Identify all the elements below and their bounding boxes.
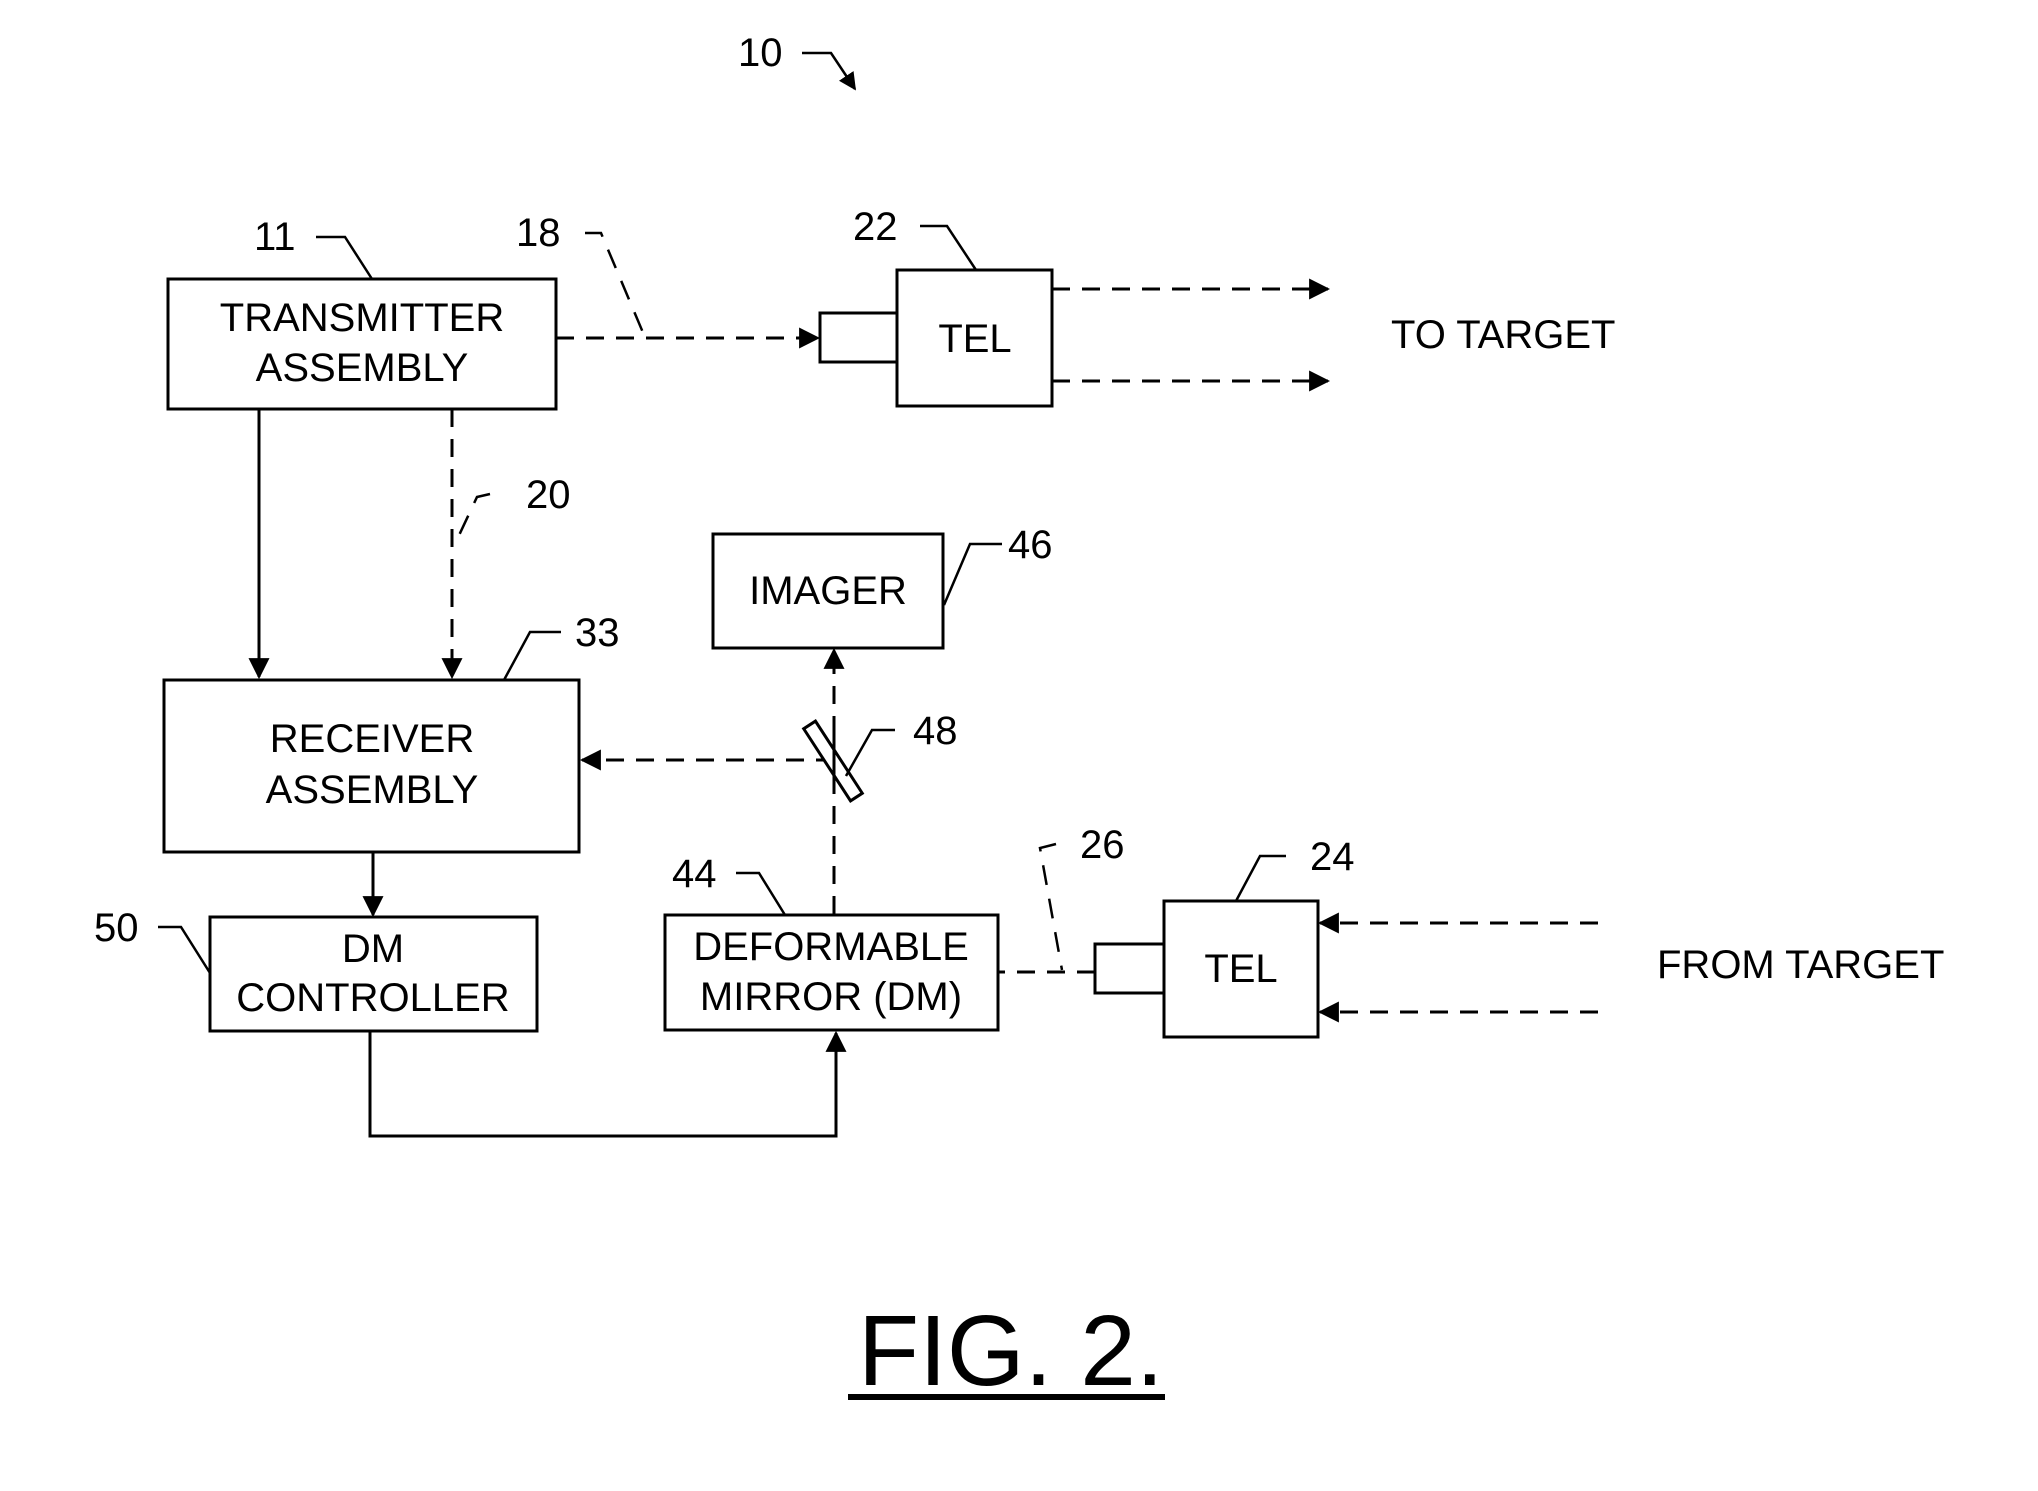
ref-22: 22 (853, 205, 898, 249)
ref-50-leader (158, 925, 212, 974)
receiver-assembly-block: RECEIVER ASSEMBLY (162, 678, 581, 854)
transmitter-label-line2: ASSEMBLY (256, 346, 469, 390)
ref-22-leader (920, 224, 978, 271)
figure-caption: FIG. 2. (858, 1295, 1164, 1407)
ref-33-leader (502, 630, 561, 681)
ref-44-leader (736, 871, 787, 916)
deformable-mirror-block: DEFORMABLE MIRROR (DM) (663, 913, 1000, 1032)
ref-48-leader (844, 728, 895, 777)
ref-46-leader (942, 542, 1002, 606)
transmitter-assembly-block: TRANSMITTER ASSEMBLY (166, 277, 558, 411)
tel-transmit-eyepiece (818, 311, 899, 364)
ref-24: 24 (1310, 835, 1355, 879)
dm-controller-label-line1: DM (342, 927, 404, 971)
ref-50: 50 (94, 906, 139, 950)
from-target-label: FROM TARGET (1657, 943, 1944, 987)
ref-20: 20 (526, 473, 571, 517)
dm-controller-label-line2: CONTROLLER (236, 976, 509, 1020)
deformable-mirror-label-line2: MIRROR (DM) (700, 975, 962, 1019)
receiver-label-line2: ASSEMBLY (266, 768, 479, 812)
controller-to-dm-feedback (368, 1030, 847, 1138)
imager-block: IMAGER (711, 532, 945, 650)
to-target-label: TO TARGET (1391, 313, 1615, 357)
ref-48: 48 (913, 709, 958, 753)
tel-transmit-block: TEL (818, 268, 1054, 408)
ref-26: 26 (1080, 823, 1125, 867)
ref-18-leader (585, 231, 646, 336)
figure-ref-label: 10 (738, 31, 783, 75)
transmitter-label-line1: TRANSMITTER (220, 296, 504, 340)
ref-11: 11 (254, 215, 296, 259)
ref-46: 46 (1008, 523, 1053, 567)
ref-18: 18 (516, 211, 561, 255)
dm-controller-block: DM CONTROLLER (208, 915, 539, 1033)
system-diagram: 10 TRANSMITTER ASSEMBLY 11 18 TEL 22 TO … (94, 31, 1944, 1407)
ref-26-leader (1038, 842, 1064, 971)
tel-transmit-label: TEL (938, 317, 1011, 361)
ref-20-leader (452, 492, 491, 547)
tel-receive-block: TEL (1093, 899, 1320, 1039)
figure-ref-arrow (802, 51, 857, 91)
ref-11-leader (316, 235, 374, 280)
tel-receive-eyepiece (1093, 942, 1166, 995)
ref-33: 33 (575, 611, 620, 655)
ref-24-leader (1234, 854, 1286, 902)
ref-44: 44 (672, 852, 717, 896)
imager-label: IMAGER (749, 569, 907, 613)
tel-receive-label: TEL (1204, 947, 1277, 991)
receiver-assembly-box (162, 678, 581, 854)
deformable-mirror-label-line1: DEFORMABLE (693, 925, 969, 969)
receiver-label-line1: RECEIVER (270, 717, 475, 761)
